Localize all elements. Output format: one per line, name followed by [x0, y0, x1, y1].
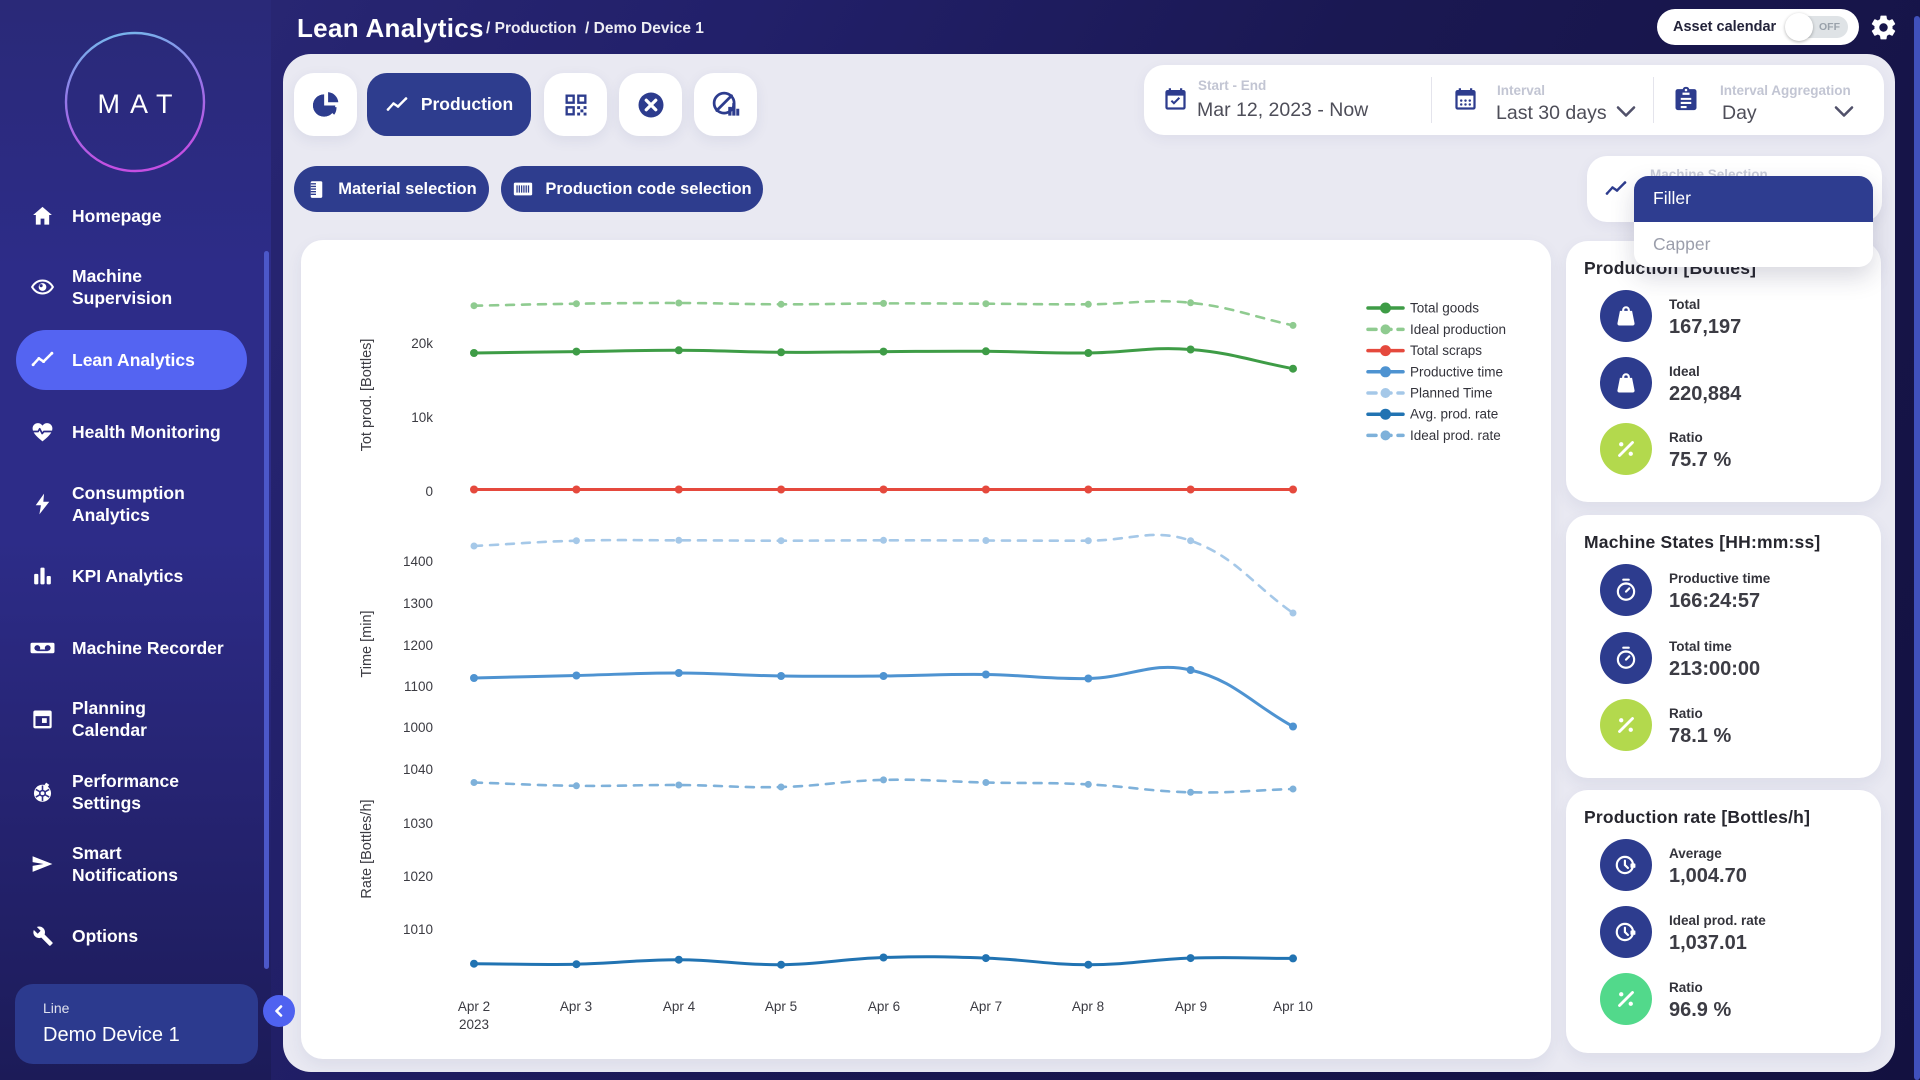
svg-text:MAT: MAT [98, 89, 183, 119]
svg-text:Apr 10: Apr 10 [1273, 999, 1313, 1014]
svg-text:1400: 1400 [403, 554, 433, 569]
svg-text:Apr 2: Apr 2 [458, 999, 490, 1014]
svg-text:Rate [Bottles/h]: Rate [Bottles/h] [359, 799, 375, 898]
svg-text:1010: 1010 [403, 922, 433, 937]
svg-text:0: 0 [425, 484, 433, 499]
svg-text:Tot prod. [Bottles]: Tot prod. [Bottles] [359, 339, 375, 452]
svg-text:1300: 1300 [403, 596, 433, 611]
svg-text:Apr 3: Apr 3 [560, 999, 592, 1014]
svg-text:Apr 5: Apr 5 [765, 999, 797, 1014]
svg-text:Ideal prod. rate: Ideal prod. rate [1410, 428, 1501, 443]
svg-text:Apr 6: Apr 6 [868, 999, 900, 1014]
svg-text:Time [min]: Time [min] [359, 610, 375, 677]
svg-text:1200: 1200 [403, 638, 433, 653]
svg-text:Avg. prod. rate: Avg. prod. rate [1410, 407, 1498, 422]
svg-text:Productive time: Productive time [1410, 364, 1503, 379]
svg-text:Apr 9: Apr 9 [1175, 999, 1207, 1014]
svg-text:Total goods: Total goods [1410, 301, 1479, 316]
svg-text:Apr 4: Apr 4 [663, 999, 696, 1014]
svg-text:Total scraps: Total scraps [1410, 343, 1482, 358]
svg-text:1020: 1020 [403, 869, 433, 884]
svg-text:Planned Time: Planned Time [1410, 386, 1493, 401]
svg-text:1040: 1040 [403, 762, 433, 777]
svg-text:Apr 8: Apr 8 [1072, 999, 1104, 1014]
svg-text:1000: 1000 [403, 720, 433, 735]
svg-text:20k: 20k [411, 336, 433, 351]
svg-text:1030: 1030 [403, 816, 433, 831]
svg-text:Ideal production: Ideal production [1410, 322, 1506, 337]
svg-text:2023: 2023 [459, 1017, 489, 1032]
svg-text:1100: 1100 [404, 679, 433, 694]
svg-text:Apr 7: Apr 7 [970, 999, 1002, 1014]
svg-text:10k: 10k [411, 410, 433, 425]
